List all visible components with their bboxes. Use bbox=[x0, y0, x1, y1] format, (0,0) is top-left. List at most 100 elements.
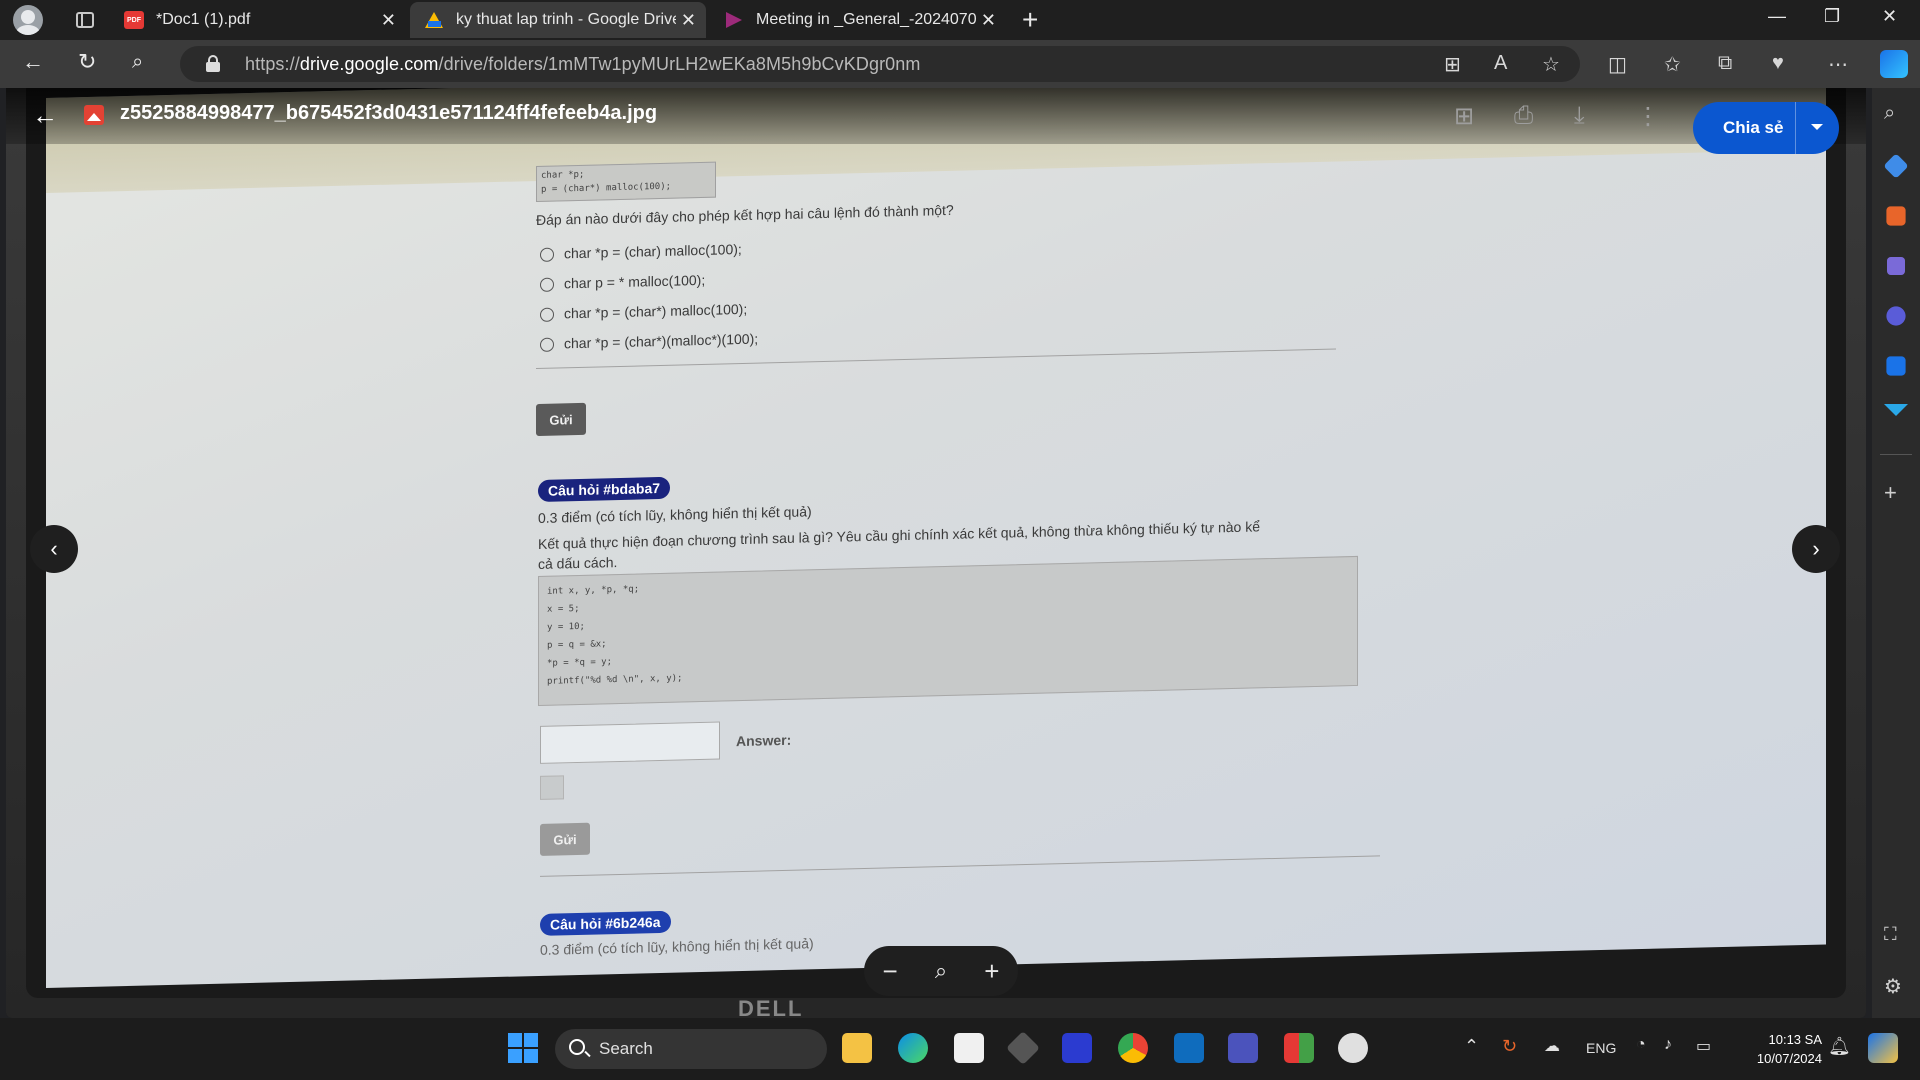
edge-icon[interactable] bbox=[898, 1033, 928, 1063]
start-button[interactable] bbox=[508, 1033, 538, 1063]
app-icon[interactable] bbox=[1338, 1033, 1368, 1063]
close-window-icon[interactable]: ✕ bbox=[1882, 6, 1897, 27]
taskbar-search[interactable]: Search bbox=[555, 1029, 827, 1069]
teams-icon bbox=[724, 11, 744, 29]
app-icon[interactable] bbox=[1284, 1033, 1314, 1063]
code-line: *p = *q = y; bbox=[547, 657, 613, 669]
share-label: Chia sẻ bbox=[1723, 118, 1784, 137]
q2-points: 0.3 điểm (có tích lũy, không hiển thị kế… bbox=[538, 503, 812, 526]
lock-icon[interactable] bbox=[206, 55, 220, 72]
app-icon[interactable] bbox=[1062, 1033, 1092, 1063]
sidebar-settings-icon[interactable]: ⚙ bbox=[1884, 974, 1908, 998]
profile-avatar-icon[interactable] bbox=[13, 5, 43, 35]
close-tab-icon[interactable]: ✕ bbox=[981, 10, 996, 31]
onedrive-icon[interactable]: ☁ bbox=[1544, 1036, 1560, 1056]
sidebar-tools-icon[interactable] bbox=[1886, 206, 1906, 226]
code-line: int x, y, *p, *q; bbox=[547, 584, 640, 597]
q3-badge: Câu hỏi #6b246a bbox=[540, 910, 671, 936]
sync-icon[interactable]: ↻ bbox=[1502, 1036, 1517, 1057]
q2-answer-label: Answer: bbox=[736, 731, 792, 750]
show-hidden-icons[interactable]: ⌃ bbox=[1464, 1036, 1479, 1057]
zoom-out-icon[interactable]: − bbox=[883, 956, 898, 987]
sidebar-add-icon[interactable]: + bbox=[1884, 480, 1908, 505]
google-drive-icon bbox=[424, 11, 444, 29]
search-icon[interactable]: ⌕ bbox=[132, 51, 143, 74]
restore-icon[interactable]: ❐ bbox=[1824, 6, 1840, 27]
clock-time: 10:13 SA bbox=[1768, 1032, 1823, 1047]
read-aloud-icon[interactable]: A bbox=[1494, 52, 1507, 75]
code-line: char *p; bbox=[541, 169, 585, 181]
favorites-icon[interactable]: ✩ bbox=[1664, 52, 1681, 77]
sidebar-copilot-icon[interactable] bbox=[1886, 306, 1906, 326]
tab-actions-icon[interactable] bbox=[76, 12, 94, 28]
viewer-back-icon[interactable]: ← bbox=[32, 100, 58, 131]
divider bbox=[540, 855, 1380, 877]
address-bar[interactable]: https://drive.google.com/drive/folders/1… bbox=[180, 46, 1580, 82]
close-tab-icon[interactable]: ✕ bbox=[381, 10, 396, 31]
more-options-icon[interactable]: ⋯ bbox=[1828, 52, 1848, 77]
add-comment-icon[interactable]: ⊞ bbox=[1454, 102, 1474, 131]
sidebar-games-icon[interactable] bbox=[1887, 257, 1905, 275]
browser-tab-bar: PDF *Doc1 (1).pdf ✕ ky thuat lap trinh -… bbox=[0, 0, 1920, 40]
url-text[interactable]: https://drive.google.com/drive/folders/1… bbox=[245, 54, 920, 75]
sidebar-shopping-icon[interactable] bbox=[1883, 153, 1909, 179]
q2-answer-input bbox=[540, 721, 720, 764]
share-split-divider bbox=[1795, 102, 1796, 154]
address-toolbar: ← ↻ ⌕ https://drive.google.com/drive/fol… bbox=[0, 40, 1920, 88]
tab-teams-meeting[interactable]: Meeting in _General_-20240709_ ✕ bbox=[710, 2, 1006, 38]
ms-store-icon[interactable] bbox=[954, 1033, 984, 1063]
app-available-icon[interactable]: ⊞ bbox=[1444, 52, 1461, 77]
collections-icon[interactable]: ⧉ bbox=[1718, 52, 1732, 75]
print-icon[interactable]: ⎙ bbox=[1514, 102, 1533, 130]
code-line: printf("%d %d \n", x, y); bbox=[547, 673, 683, 687]
new-tab-button[interactable]: + bbox=[1022, 4, 1038, 36]
code-line: y = 10; bbox=[547, 621, 585, 633]
tab-pdf[interactable]: PDF *Doc1 (1).pdf ✕ bbox=[110, 2, 406, 38]
wifi-icon[interactable]: ◔ bbox=[1636, 1036, 1646, 1054]
download-icon[interactable]: ⤓ bbox=[1574, 102, 1585, 130]
language-indicator[interactable]: ENG bbox=[1586, 1040, 1616, 1056]
zoom-icon[interactable]: ⌕ bbox=[935, 958, 947, 984]
taskbar-clock[interactable]: 10:13 SA 10/07/2024 bbox=[1732, 1030, 1822, 1068]
tab-google-drive[interactable]: ky thuat lap trinh - Google Drive ✕ bbox=[410, 2, 706, 38]
browser-essentials-icon[interactable]: ♥ bbox=[1772, 52, 1784, 75]
search-placeholder: Search bbox=[599, 1039, 653, 1058]
copilot-icon[interactable] bbox=[1880, 50, 1908, 78]
q1-option-text: char *p = (char*) malloc(100); bbox=[564, 300, 748, 322]
file-explorer-icon[interactable] bbox=[842, 1033, 872, 1063]
q2-small-box bbox=[540, 775, 564, 800]
previous-image-button[interactable]: ‹ bbox=[30, 525, 78, 573]
notification-bell-icon[interactable]: 🔔︎ bbox=[1828, 1036, 1851, 1057]
q1-option-radio bbox=[540, 307, 554, 322]
next-image-button[interactable]: › bbox=[1792, 525, 1840, 573]
battery-icon[interactable]: ▭ bbox=[1696, 1036, 1711, 1056]
chrome-icon[interactable] bbox=[1118, 1033, 1148, 1063]
sidebar-screenshot-icon[interactable]: ⛶ bbox=[1884, 924, 1908, 948]
zoom-in-icon[interactable]: + bbox=[984, 956, 999, 987]
sidebar-outlook-icon[interactable] bbox=[1886, 356, 1906, 376]
tab-label: ky thuat lap trinh - Google Drive bbox=[456, 11, 676, 28]
share-dropdown-icon[interactable] bbox=[1811, 124, 1823, 130]
q2-badge: Câu hỏi #bdaba7 bbox=[538, 476, 671, 502]
q1-option-text: char *p = (char*)(malloc*)(100); bbox=[564, 330, 759, 352]
close-tab-icon[interactable]: ✕ bbox=[681, 10, 696, 31]
minimize-icon[interactable]: — bbox=[1768, 6, 1786, 27]
sidebar-divider bbox=[1880, 454, 1912, 455]
reload-icon[interactable]: ↻ bbox=[78, 49, 96, 75]
q1-send-button: Gửi bbox=[536, 402, 586, 437]
sidebar-send-icon[interactable] bbox=[1884, 404, 1908, 416]
back-icon[interactable]: ← bbox=[22, 49, 44, 75]
more-actions-icon[interactable]: ⋮ bbox=[1636, 102, 1660, 131]
divider bbox=[536, 348, 1336, 370]
teams-icon[interactable] bbox=[1228, 1033, 1258, 1063]
split-screen-icon[interactable]: ◫ bbox=[1608, 52, 1627, 77]
q3-points: 0.3 điểm (có tích lũy, không hiển thị kế… bbox=[540, 935, 814, 958]
q1-option-radio bbox=[540, 277, 554, 292]
sidebar-search-icon[interactable]: ⌕ bbox=[1884, 102, 1908, 126]
outlook-icon[interactable] bbox=[1174, 1033, 1204, 1063]
favorite-star-icon[interactable]: ☆ bbox=[1542, 52, 1560, 77]
app-icon[interactable] bbox=[1006, 1031, 1040, 1065]
copilot-taskbar-icon[interactable] bbox=[1868, 1033, 1898, 1063]
share-button[interactable]: Chia sẻ bbox=[1693, 102, 1839, 154]
volume-icon[interactable]: ♪ bbox=[1664, 1036, 1672, 1054]
